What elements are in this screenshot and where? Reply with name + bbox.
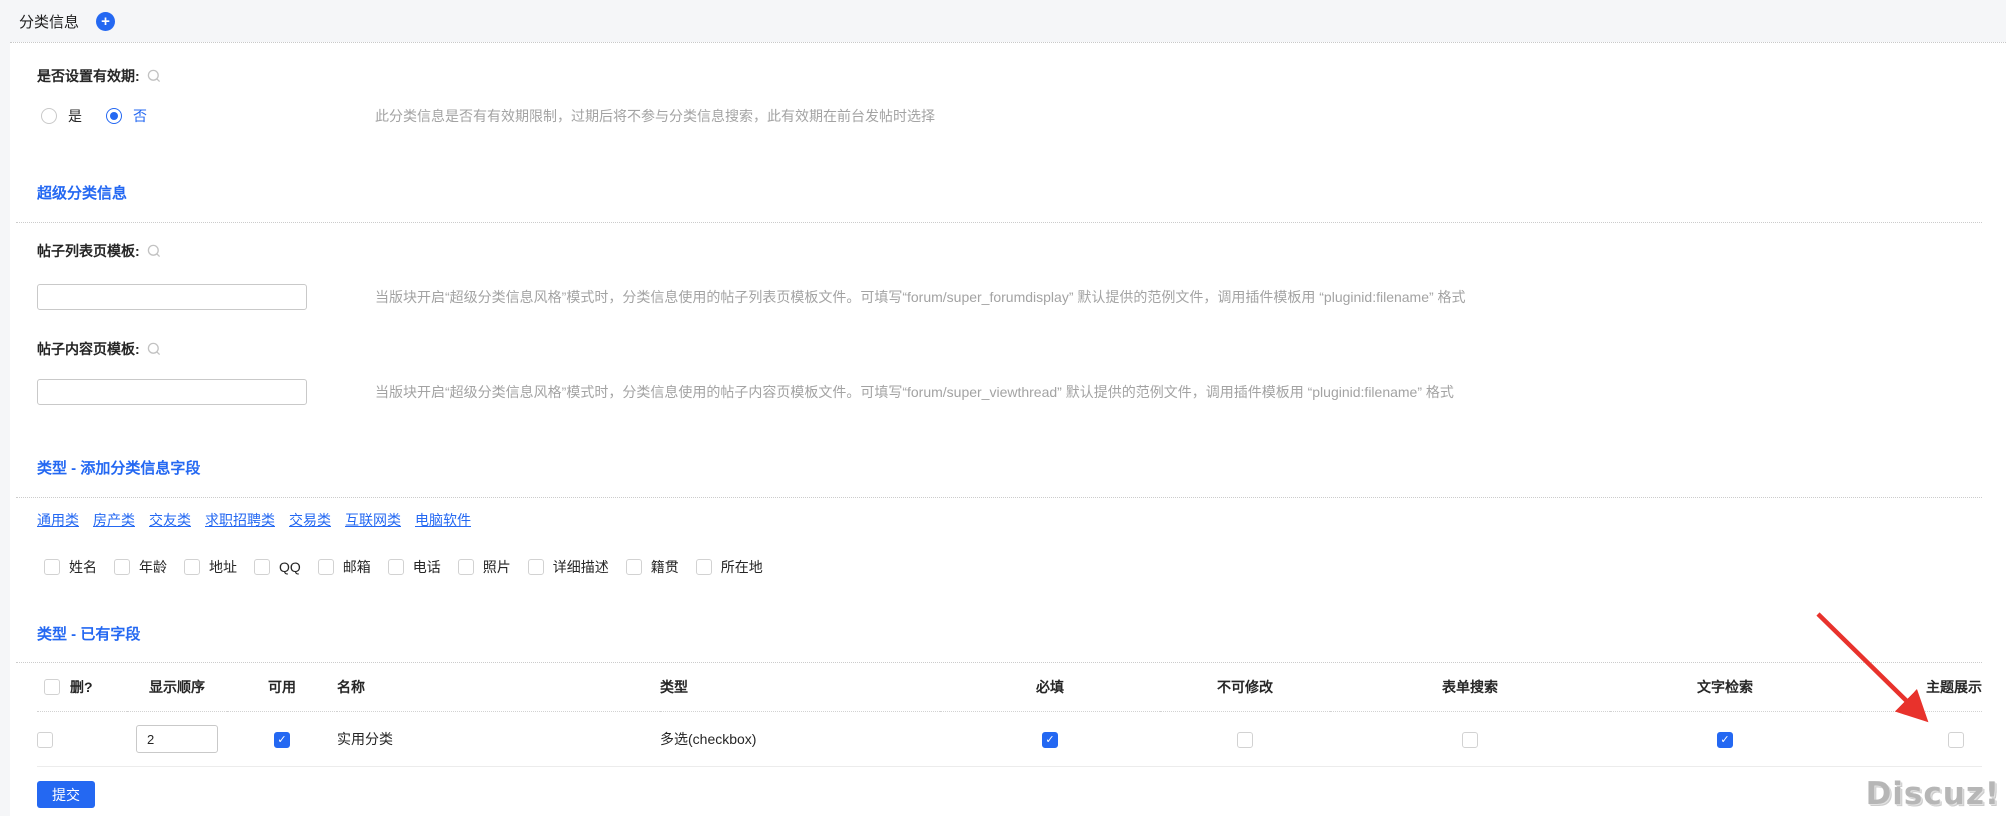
field-checkbox-name[interactable]: 姓名 [44, 557, 97, 577]
category-link-trade[interactable]: 交易类 [289, 510, 331, 530]
radio-yes-icon[interactable] [41, 108, 57, 124]
radio-no-icon[interactable] [106, 108, 122, 124]
column-header-name: 名称 [337, 663, 660, 712]
list-template-label: 帖子列表页模板: [37, 241, 140, 261]
table-header-row: 删? 显示顺序 可用 名称 类型 必填 不可修改 表单搜索 文字检索 主题展示 [37, 663, 1982, 712]
checkbox-icon[interactable] [254, 559, 270, 575]
field-checkbox-label: 详细描述 [553, 557, 609, 577]
content-template-row: 当版块开启“超级分类信息风格”模式时，分类信息使用的帖子内容页模板文件。可填写“… [37, 379, 1982, 405]
validity-label: 是否设置有效期: [37, 66, 140, 86]
field-name-cell: 实用分类 [337, 712, 660, 767]
required-checkbox[interactable] [1042, 732, 1058, 748]
radio-yes-label: 是 [68, 106, 82, 126]
checkbox-icon[interactable] [458, 559, 474, 575]
column-header-thread-display: 主题展示 [1840, 663, 1982, 712]
top-bar: 分类信息 + [0, 0, 2006, 42]
magnifier-icon[interactable] [147, 342, 162, 357]
add-category-button[interactable]: + [96, 12, 115, 31]
section-title-existing-fields: 类型 - 已有字段 [37, 625, 1982, 645]
category-link-realestate[interactable]: 房产类 [93, 510, 135, 530]
magnifier-icon[interactable] [147, 69, 162, 84]
field-checkbox-description[interactable]: 详细描述 [528, 557, 609, 577]
validity-radio-group: 是 否 [41, 106, 147, 126]
category-link-friends[interactable]: 交友类 [149, 510, 191, 530]
content-template-input[interactable] [37, 379, 307, 405]
field-checkbox-label: 电话 [413, 557, 441, 577]
category-link-general[interactable]: 通用类 [37, 510, 79, 530]
section-title-super: 超级分类信息 [37, 184, 1982, 204]
magnifier-icon[interactable] [147, 244, 162, 259]
field-checkbox-photo[interactable]: 照片 [458, 557, 511, 577]
column-header-text-search: 文字检索 [1610, 663, 1840, 712]
section-title-add-fields: 类型 - 添加分类信息字段 [37, 459, 1982, 479]
field-checkbox-label: 年龄 [139, 557, 167, 577]
list-template-help-text: 当版块开启“超级分类信息风格”模式时，分类信息使用的帖子列表页模板文件。可填写“… [375, 287, 1466, 307]
column-header-unmodifiable: 不可修改 [1160, 663, 1330, 712]
field-checkboxes-row: 姓名 年龄 地址 QQ 邮箱 电话 照片 详细描述 [44, 557, 1982, 577]
field-checkbox-qq[interactable]: QQ [254, 559, 301, 575]
checkbox-icon[interactable] [114, 559, 130, 575]
settings-panel: 是否设置有效期: 是 否 此分类信息是否有有效期限制，过期后将不参与分类信息搜索… [10, 42, 2006, 816]
field-type-cell: 多选(checkbox) [660, 712, 940, 767]
field-checkbox-label: 所在地 [721, 557, 763, 577]
table-row: 实用分类 多选(checkbox) [37, 712, 1982, 767]
content-template-label-row: 帖子内容页模板: [37, 339, 1982, 359]
list-template-label-row: 帖子列表页模板: [37, 241, 1982, 261]
field-checkbox-label: 地址 [209, 557, 237, 577]
checkbox-icon[interactable] [44, 559, 60, 575]
column-header-delete: 删? [70, 677, 93, 697]
field-checkbox-hometown[interactable]: 籍贯 [626, 557, 679, 577]
list-template-input[interactable] [37, 284, 307, 310]
checkbox-icon[interactable] [184, 559, 200, 575]
form-search-checkbox[interactable] [1462, 732, 1478, 748]
radio-option-yes[interactable]: 是 [41, 106, 82, 126]
content-template-help-text: 当版块开启“超级分类信息风格”模式时，分类信息使用的帖子内容页模板文件。可填写“… [375, 382, 1454, 402]
unmodifiable-checkbox[interactable] [1237, 732, 1253, 748]
page-title: 分类信息 [19, 11, 79, 32]
checkbox-icon[interactable] [696, 559, 712, 575]
submit-button[interactable]: 提交 [37, 781, 95, 808]
field-checkbox-age[interactable]: 年龄 [114, 557, 167, 577]
field-checkbox-label: 籍贯 [651, 557, 679, 577]
delete-checkbox[interactable] [37, 732, 53, 748]
category-link-software[interactable]: 电脑软件 [415, 510, 471, 530]
category-links-row: 通用类 房产类 交友类 求职招聘类 交易类 互联网类 电脑软件 [37, 510, 1982, 530]
validity-help-text: 此分类信息是否有有效期限制，过期后将不参与分类信息搜索，此有效期在前台发帖时选择 [375, 106, 935, 126]
plus-icon: + [101, 14, 110, 29]
column-header-form-search: 表单搜索 [1330, 663, 1610, 712]
category-link-jobs[interactable]: 求职招聘类 [205, 510, 275, 530]
checkbox-icon[interactable] [388, 559, 404, 575]
discuz-watermark: Discuz! [1866, 776, 2000, 812]
section-divider [16, 222, 1982, 223]
field-checkbox-address[interactable]: 地址 [184, 557, 237, 577]
validity-label-row: 是否设置有效期: [37, 66, 1982, 86]
column-header-type: 类型 [660, 663, 940, 712]
category-link-internet[interactable]: 互联网类 [345, 510, 401, 530]
content-template-label: 帖子内容页模板: [37, 339, 140, 359]
checkbox-icon[interactable] [626, 559, 642, 575]
section-divider [16, 497, 1982, 498]
radio-no-label: 否 [133, 106, 147, 126]
validity-row: 是 否 此分类信息是否有有效期限制，过期后将不参与分类信息搜索，此有效期在前台发… [37, 106, 1982, 126]
field-checkbox-label: QQ [279, 559, 301, 575]
column-header-display-order: 显示顺序 [127, 663, 227, 712]
text-search-checkbox[interactable] [1717, 732, 1733, 748]
field-checkbox-location[interactable]: 所在地 [696, 557, 763, 577]
field-checkbox-label: 照片 [483, 557, 511, 577]
radio-option-no[interactable]: 否 [106, 106, 147, 126]
field-checkbox-email[interactable]: 邮箱 [318, 557, 371, 577]
select-all-checkbox[interactable] [44, 679, 60, 695]
field-checkbox-phone[interactable]: 电话 [388, 557, 441, 577]
list-template-row: 当版块开启“超级分类信息风格”模式时，分类信息使用的帖子列表页模板文件。可填写“… [37, 284, 1982, 310]
column-header-available: 可用 [227, 663, 337, 712]
checkbox-icon[interactable] [528, 559, 544, 575]
available-checkbox[interactable] [274, 732, 290, 748]
display-order-input[interactable] [136, 725, 218, 753]
thread-display-checkbox[interactable] [1948, 732, 1964, 748]
field-checkbox-label: 邮箱 [343, 557, 371, 577]
column-header-required: 必填 [940, 663, 1160, 712]
field-checkbox-label: 姓名 [69, 557, 97, 577]
existing-fields-table: 删? 显示顺序 可用 名称 类型 必填 不可修改 表单搜索 文字检索 主题展示 [37, 663, 1982, 767]
checkbox-icon[interactable] [318, 559, 334, 575]
